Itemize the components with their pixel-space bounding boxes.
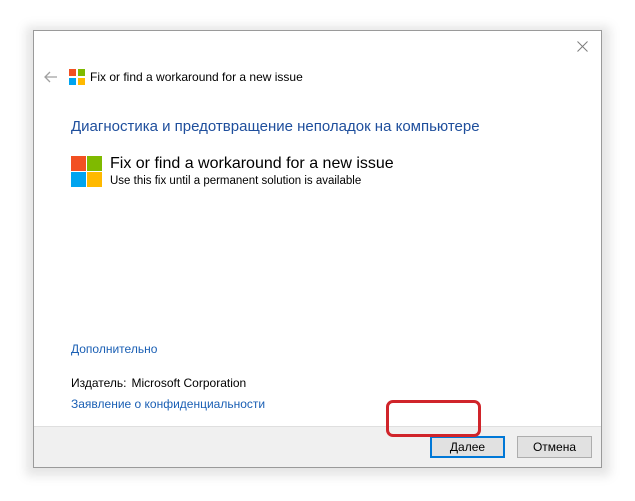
button-bar: Далее Отмена [34,426,601,467]
publisher-value: Microsoft Corporation [131,376,247,390]
back-arrow-icon [44,71,57,83]
back-button[interactable] [42,68,60,86]
option-text: Fix or find a workaround for a new issue… [110,154,394,188]
advanced-link[interactable]: Дополнительно [71,342,157,356]
publisher-info: Издатель: Microsoft Corporation [71,376,246,390]
window-title: Fix or find a workaround for a new issue [90,70,303,84]
option-title: Fix or find a workaround for a new issue [110,155,394,172]
screenshot-stage: Fix or find a workaround for a new issue… [0,0,635,501]
troubleshooter-window: Fix or find a workaround for a new issue… [33,30,602,468]
microsoft-logo-icon [69,69,85,85]
publisher-label: Издатель: [71,376,127,390]
cancel-button[interactable]: Отмена [517,436,592,458]
window-header: Fix or find a workaround for a new issue [42,68,303,86]
close-icon [576,40,588,52]
option-description: Use this fix until a permanent solution … [110,175,362,187]
troubleshooter-option[interactable]: Fix or find a workaround for a new issue… [71,154,394,188]
next-button-highlight [386,400,481,437]
microsoft-logo-icon [71,156,102,187]
privacy-statement-link[interactable]: Заявление о конфиденциальности [71,397,265,411]
next-button[interactable]: Далее [430,436,505,458]
close-button[interactable] [567,33,597,59]
page-heading: Диагностика и предотвращение неполадок н… [71,118,480,135]
